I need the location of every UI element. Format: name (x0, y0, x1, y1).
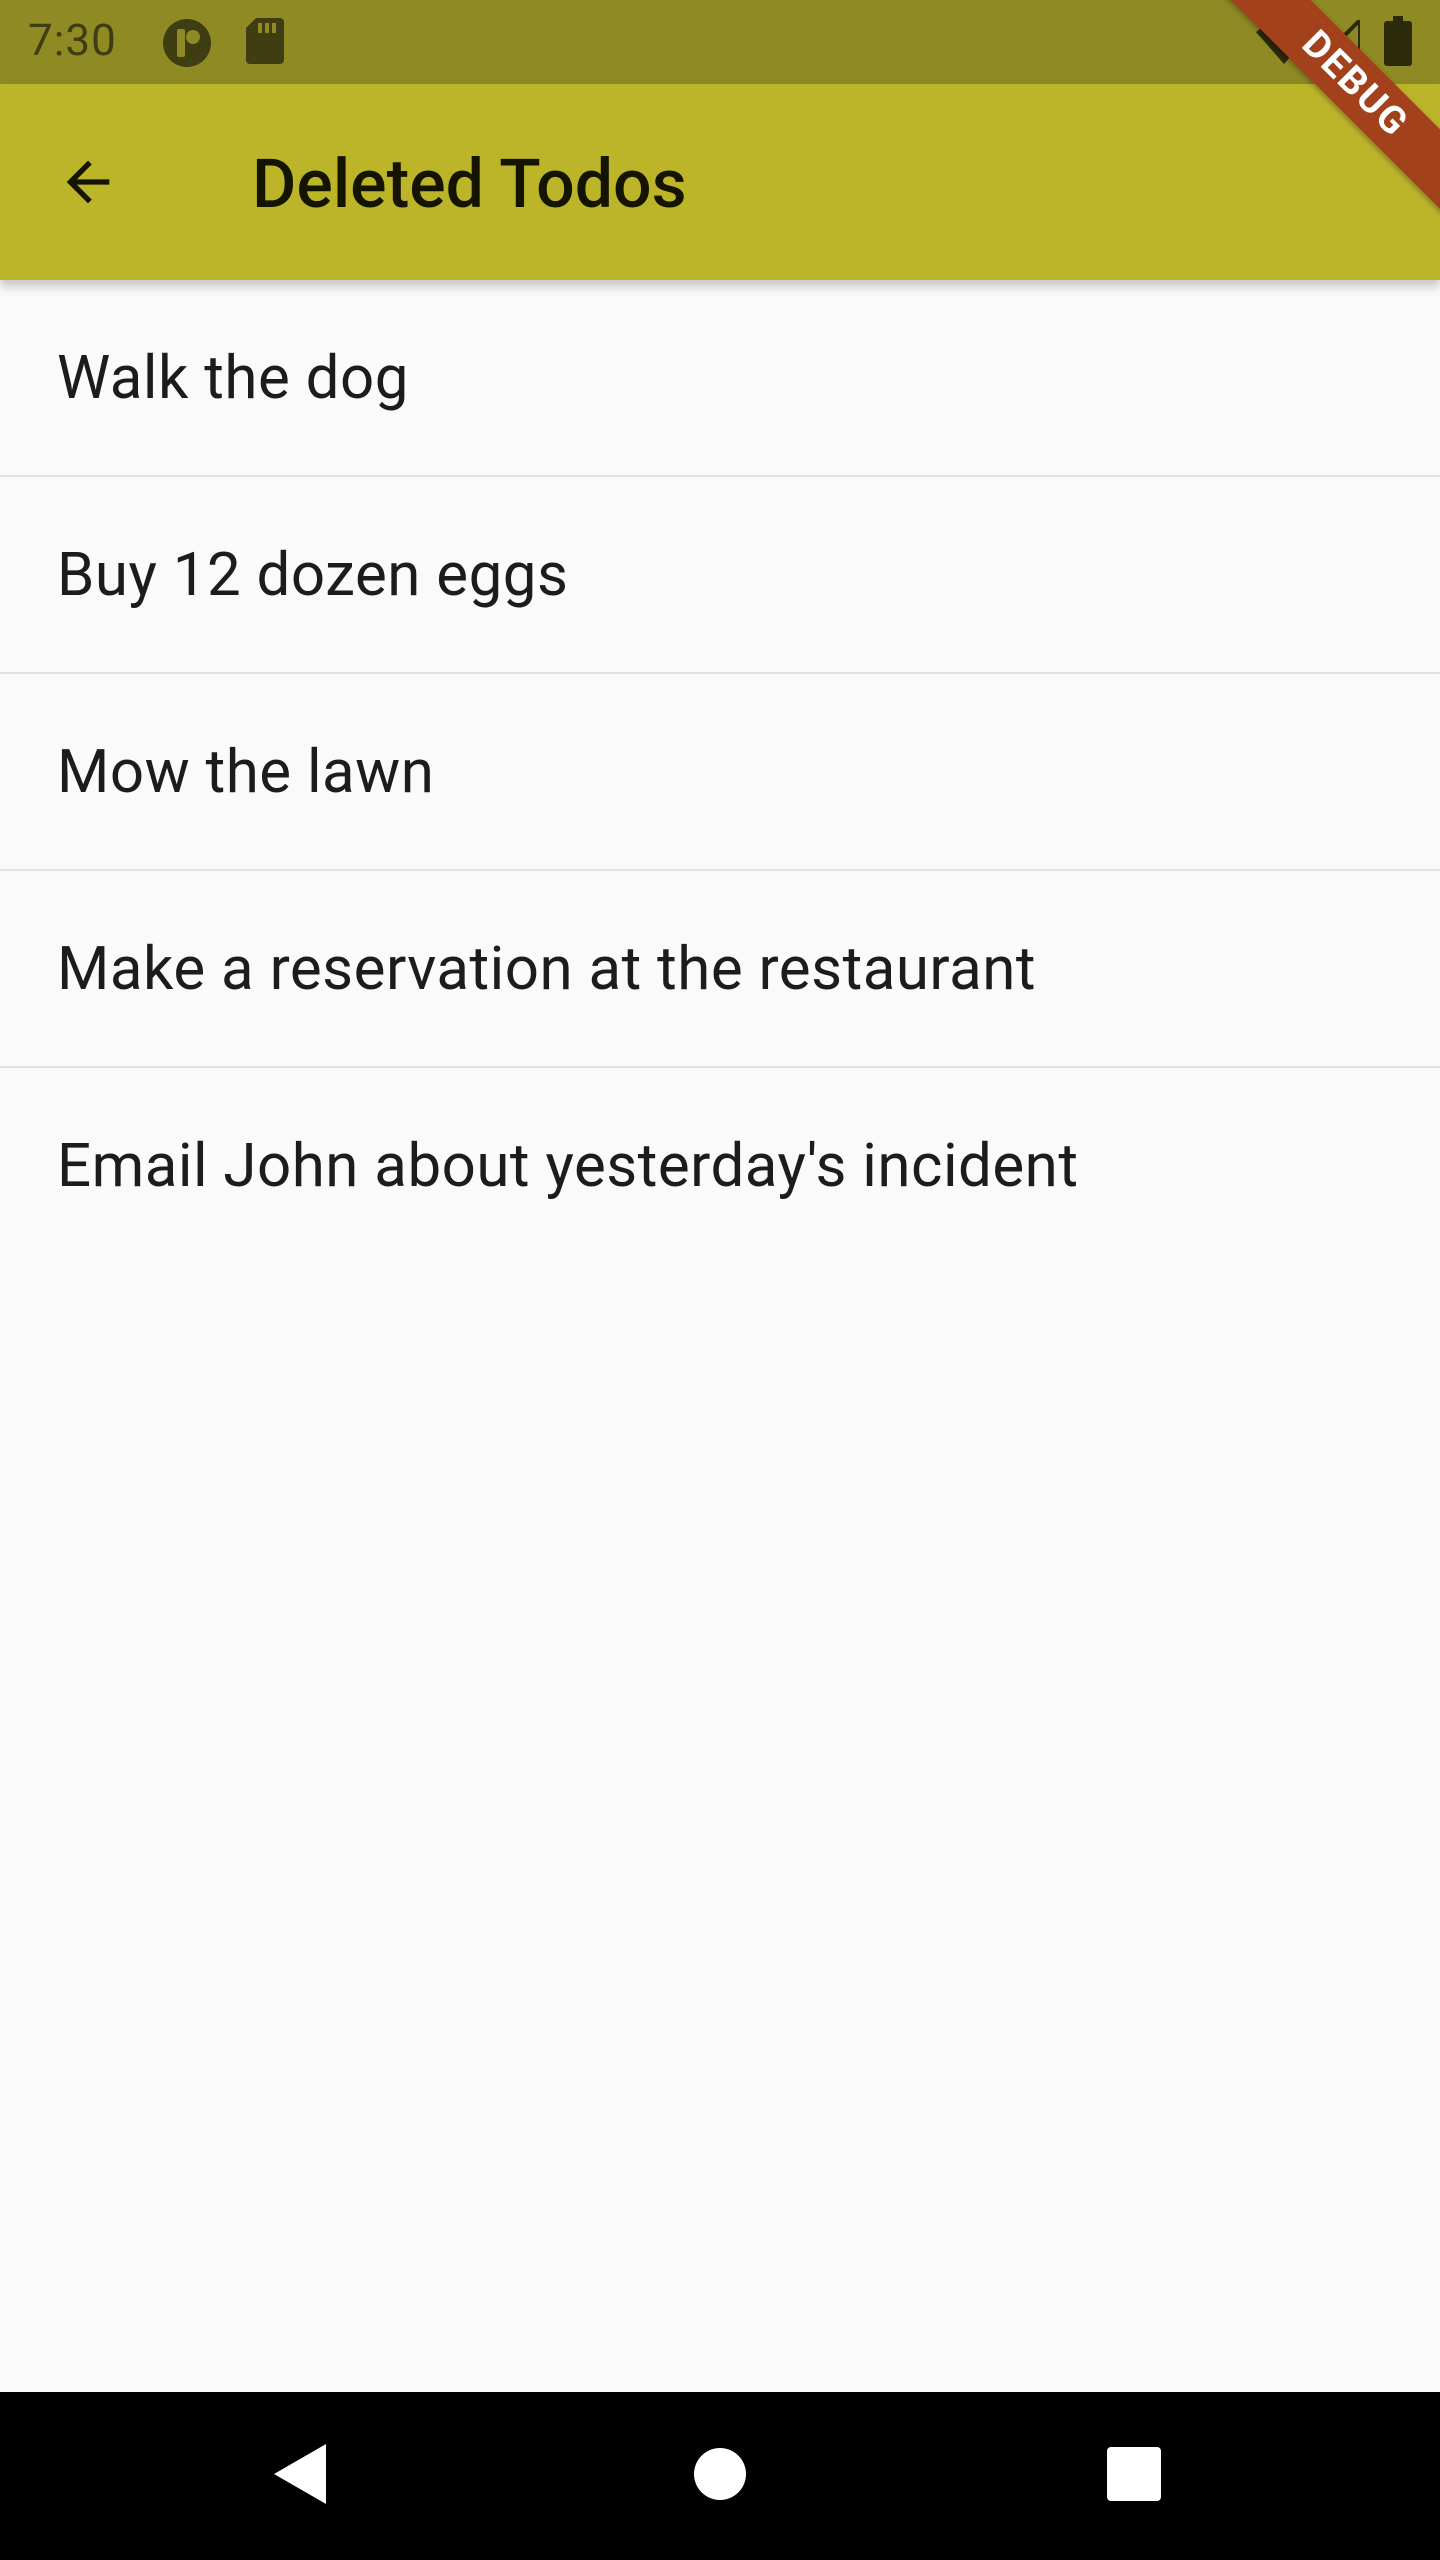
arrow-back-icon (56, 150, 120, 218)
list-item[interactable]: Email John about yesterday's incident (0, 1068, 1440, 1263)
list-item[interactable]: Mow the lawn (0, 674, 1440, 871)
list-item[interactable]: Buy 12 dozen eggs (0, 477, 1440, 674)
screen: 7:30 Deleted Todos Walk the dog Buy 12 d… (0, 0, 1440, 2560)
list-item-label: Email John about yesterday's incident (57, 1130, 1079, 1201)
battery-icon (1384, 16, 1412, 70)
navigation-bar (0, 2392, 1440, 2560)
nav-home-icon (693, 2447, 747, 2505)
signal-icon (1311, 15, 1362, 68)
page-title: Deleted Todos (252, 144, 687, 224)
status-bar: 7:30 (0, 0, 1440, 84)
list-item-label: Mow the lawn (57, 736, 435, 807)
nav-home-button[interactable] (680, 2436, 760, 2516)
list-item-label: Walk the dog (57, 342, 409, 413)
list-item[interactable]: Walk the dog (0, 280, 1440, 477)
nav-back-button[interactable] (260, 2436, 340, 2516)
nav-recents-button[interactable] (1094, 2436, 1174, 2516)
status-time: 7:30 (28, 14, 117, 66)
sd-card-icon (246, 18, 284, 68)
list-item-label: Buy 12 dozen eggs (57, 539, 569, 610)
list-item-label: Make a reservation at the restaurant (57, 933, 1036, 1004)
nav-recents-icon (1107, 2447, 1161, 2505)
deleted-todo-list: Walk the dog Buy 12 dozen eggs Mow the l… (0, 280, 1440, 1263)
notification-circle-icon (162, 18, 212, 72)
list-item[interactable]: Make a reservation at the restaurant (0, 871, 1440, 1068)
nav-back-icon (270, 2442, 330, 2510)
wifi-icon (1256, 20, 1312, 68)
back-button[interactable] (40, 136, 136, 232)
app-bar: Deleted Todos (0, 84, 1440, 280)
